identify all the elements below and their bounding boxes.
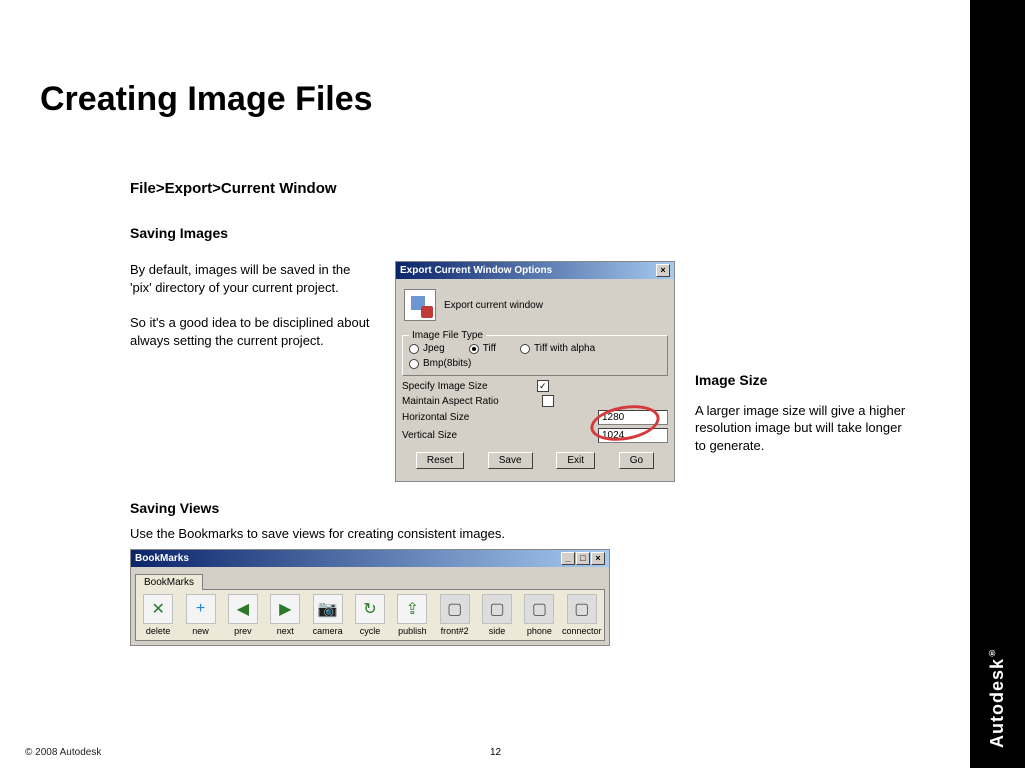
row-aspect: Maintain Aspect Ratio (402, 395, 668, 407)
save-button[interactable]: Save (488, 452, 533, 469)
bookmark-next[interactable]: ▶next (265, 594, 305, 636)
dialog-header: Export current window (402, 285, 668, 331)
bookmark-side[interactable]: ▢side (477, 594, 517, 636)
new-icon: + (186, 594, 216, 624)
radio-tiff[interactable]: Tiff (469, 343, 496, 354)
export-icon (404, 289, 436, 321)
bookmarks-tab[interactable]: BookMarks (135, 574, 203, 590)
radio-jpeg[interactable]: Jpeg (409, 343, 445, 354)
view-icon: ▢ (567, 594, 597, 624)
bookmarks-max-button[interactable]: □ (576, 552, 590, 565)
dialog-body: Export current window Image File Type Jp… (396, 279, 674, 481)
copyright-footer: © 2008 Autodesk (25, 747, 101, 758)
view-icon: ▢ (524, 594, 554, 624)
view-icon: ▢ (482, 594, 512, 624)
bookmark-phone[interactable]: ▢phone (519, 594, 559, 636)
bookmark-prev[interactable]: ◀prev (223, 594, 263, 636)
menu-path: File>Export>Current Window (130, 180, 930, 197)
view-icon: ▢ (440, 594, 470, 624)
filetype-radios: Jpeg Tiff Tiff with alpha Bmp(8bits) (409, 343, 661, 369)
next-icon: ▶ (270, 594, 300, 624)
image-size-heading: Image Size (695, 371, 910, 390)
dialog-close-button[interactable]: × (656, 264, 670, 277)
para-discipline: So it's a good idea to be disciplined ab… (130, 314, 375, 349)
bookmark-cycle[interactable]: ↻cycle (350, 594, 390, 636)
bookmarks-window: BookMarks _ □ × BookMarks ✕delete +new ◀… (130, 549, 610, 646)
bookmark-publish[interactable]: ⇪publish (392, 594, 432, 636)
bookmarks-titlebar: BookMarks _ □ × (131, 550, 609, 567)
reset-button[interactable]: Reset (416, 452, 464, 469)
bookmarks-toolbar: ✕delete +new ◀prev ▶next 📷camera ↻cycle … (135, 589, 605, 641)
section-saving-views-heading: Saving Views (130, 500, 930, 516)
slide-body: Creating Image Files File>Export>Current… (0, 0, 970, 768)
camera-icon: 📷 (313, 594, 343, 624)
filetype-fieldset: Image File Type Jpeg Tiff Tiff with alph… (402, 335, 668, 376)
content-area: File>Export>Current Window Saving Images… (130, 180, 930, 646)
page-number: 12 (490, 747, 501, 758)
right-text-column: Image Size A larger image size will give… (695, 371, 910, 482)
bookmark-front2[interactable]: ▢front#2 (435, 594, 475, 636)
label-vsize: Vertical Size (402, 430, 457, 441)
label-specify-size: Specify Image Size (402, 381, 488, 392)
dialog-title-text: Export Current Window Options (400, 265, 552, 276)
left-text-column: By default, images will be saved in the … (130, 261, 375, 482)
prev-icon: ◀ (228, 594, 258, 624)
exit-button[interactable]: Exit (556, 452, 595, 469)
dialog-buttons: Reset Save Exit Go (402, 446, 668, 475)
checkbox-aspect[interactable] (542, 395, 554, 407)
bookmarks-min-button[interactable]: _ (561, 552, 575, 565)
section-saving-images-heading: Saving Images (130, 225, 930, 241)
delete-icon: ✕ (143, 594, 173, 624)
row-hsize: Horizontal Size 1280 (402, 410, 668, 425)
saving-views-section: Saving Views Use the Bookmarks to save v… (130, 500, 930, 646)
export-options-dialog: Export Current Window Options × Export c… (395, 261, 675, 482)
row-vsize: Vertical Size 1024 (402, 428, 668, 443)
label-hsize: Horizontal Size (402, 412, 469, 423)
input-vsize[interactable]: 1024 (598, 428, 668, 443)
page-title: Creating Image Files (40, 80, 373, 119)
radio-tiff-alpha[interactable]: Tiff with alpha (520, 343, 595, 354)
export-dialog-wrapper: Export Current Window Options × Export c… (395, 261, 675, 482)
bookmark-camera[interactable]: 📷camera (307, 594, 347, 636)
bookmark-delete[interactable]: ✕delete (138, 594, 178, 636)
brand-sidebar: Autodesk® (970, 0, 1025, 768)
saving-views-desc: Use the Bookmarks to save views for crea… (130, 526, 930, 541)
image-size-body: A larger image size will give a higher r… (695, 402, 910, 455)
para-pix-directory: By default, images will be saved in the … (130, 261, 375, 296)
two-column-row: By default, images will be saved in the … (130, 261, 930, 482)
bookmarks-title-text: BookMarks (135, 553, 189, 564)
filetype-legend: Image File Type (409, 330, 486, 341)
go-button[interactable]: Go (619, 452, 654, 469)
input-hsize[interactable]: 1280 (598, 410, 668, 425)
row-specify-size: Specify Image Size ✓ (402, 380, 668, 392)
bookmarks-close-button[interactable]: × (591, 552, 605, 565)
cycle-icon: ↻ (355, 594, 385, 624)
label-aspect: Maintain Aspect Ratio (402, 396, 499, 407)
radio-bmp[interactable]: Bmp(8bits) (409, 358, 471, 369)
publish-icon: ⇪ (397, 594, 427, 624)
bookmark-connector[interactable]: ▢connector (562, 594, 602, 636)
checkbox-specify-size[interactable]: ✓ (537, 380, 549, 392)
brand-text: Autodesk® (987, 627, 1008, 768)
dialog-heading: Export current window (444, 300, 543, 311)
dialog-titlebar: Export Current Window Options × (396, 262, 674, 279)
bookmarks-body: BookMarks ✕delete +new ◀prev ▶next 📷came… (131, 567, 609, 645)
bookmark-new[interactable]: +new (180, 594, 220, 636)
